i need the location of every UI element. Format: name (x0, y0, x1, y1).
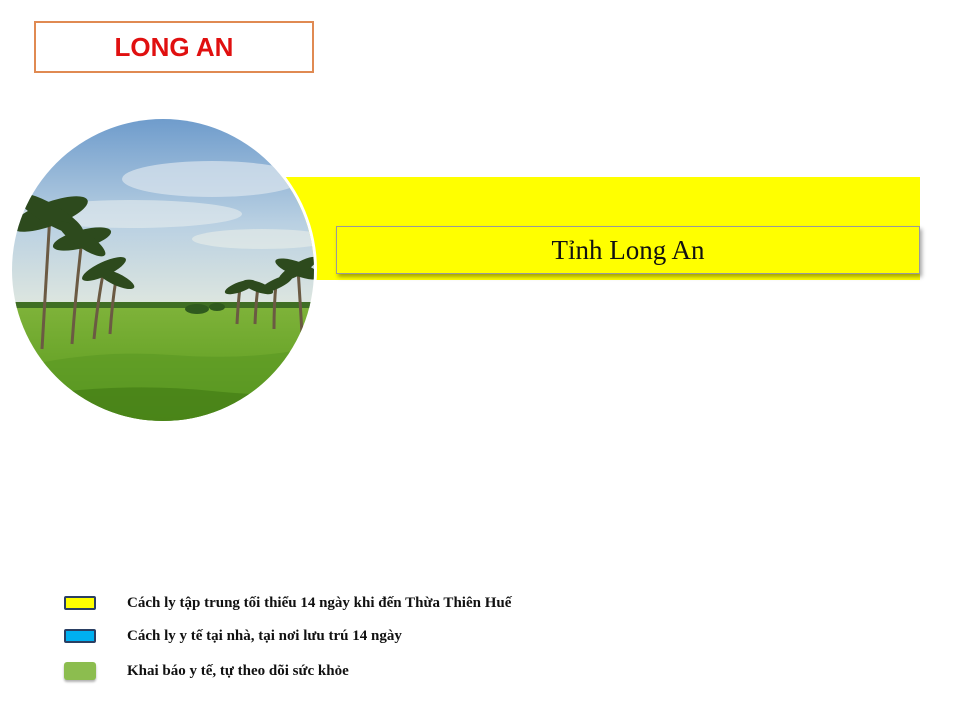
page-title: LONG AN (34, 21, 314, 73)
province-label: Tỉnh Long An (336, 226, 920, 274)
province-photo (12, 119, 314, 421)
legend-item: Khai báo y tế, tự theo dõi sức khỏe (64, 662, 349, 680)
legend-swatch-blue (64, 629, 96, 643)
legend-swatch-yellow (64, 596, 96, 610)
legend-label: Khai báo y tế, tự theo dõi sức khỏe (127, 662, 349, 679)
legend-item: Cách ly y tế tại nhà, tại nơi lưu trú 14… (64, 627, 402, 645)
legend-item: Cách ly tập trung tối thiểu 14 ngày khi … (64, 594, 511, 612)
legend-swatch-green (64, 662, 96, 680)
legend-label: Cách ly tập trung tối thiểu 14 ngày khi … (127, 594, 512, 611)
legend-label: Cách ly y tế tại nhà, tại nơi lưu trú 14… (127, 627, 402, 644)
